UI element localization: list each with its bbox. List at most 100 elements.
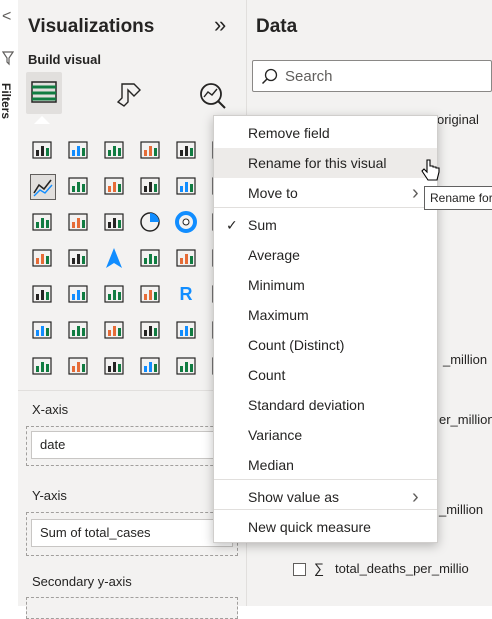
arcgis-icon[interactable]	[102, 354, 126, 378]
gauge-icon[interactable]	[138, 246, 162, 270]
x-axis-field-pill[interactable]: date	[31, 431, 233, 459]
line-stacked-column-icon[interactable]	[174, 174, 198, 198]
expand-pane-button[interactable]: »	[214, 12, 226, 38]
filters-strip: < Filters	[0, 0, 18, 606]
waterfall-icon[interactable]	[30, 210, 54, 234]
y-axis-label: Y-axis	[32, 488, 67, 503]
secondary-y-axis-label: Secondary y-axis	[32, 574, 132, 589]
table-icon[interactable]	[102, 282, 126, 306]
menu-item-sum[interactable]: Sum ✓	[214, 210, 437, 240]
menu-item-label: Rename for this visual	[248, 155, 387, 171]
menu-item-label: Variance	[248, 427, 303, 443]
field-item[interactable]: _million	[443, 352, 487, 367]
menu-item-maximum[interactable]: Maximum	[214, 300, 437, 330]
menu-item-label: New quick measure	[248, 519, 371, 535]
line-column-icon[interactable]	[138, 174, 162, 198]
pie-chart-icon[interactable]	[138, 210, 162, 234]
slicer-icon[interactable]	[66, 282, 90, 306]
qa-icon[interactable]	[102, 318, 126, 342]
map-icon[interactable]	[30, 246, 54, 270]
menu-divider	[214, 509, 437, 510]
visual-gallery: R	[18, 138, 246, 378]
menu-item-label: Median	[248, 457, 294, 473]
menu-item-label: Maximum	[248, 307, 309, 323]
x-axis-well[interactable]: date	[26, 426, 238, 466]
kpi-icon[interactable]	[30, 282, 54, 306]
field-context-menu: Remove field Rename for this visual Move t…	[213, 115, 438, 543]
field-item[interactable]: er_million	[439, 412, 492, 427]
field-item[interactable]: _million	[439, 502, 483, 517]
stacked-column-icon[interactable]	[138, 138, 162, 162]
card-icon[interactable]	[174, 246, 198, 270]
menu-item-standard-deviation[interactable]: Standard deviation	[214, 390, 437, 420]
secondary-y-axis-well[interactable]	[26, 597, 238, 619]
donut-chart-icon[interactable]	[174, 210, 198, 234]
search-icon	[261, 68, 278, 85]
menu-item-show-value-as[interactable]: Show value as ›	[214, 482, 437, 512]
menu-item-label: Sum	[248, 217, 277, 233]
menu-item-label: Remove field	[248, 125, 330, 141]
menu-item-average[interactable]: Average	[214, 240, 437, 270]
menu-item-median[interactable]: Median	[214, 450, 437, 480]
build-visual-tab[interactable]	[26, 72, 62, 114]
search-input[interactable]: Search	[252, 60, 492, 92]
analytics-icon[interactable]	[196, 80, 228, 110]
format-visual-icon[interactable]	[114, 80, 144, 110]
menu-divider	[214, 207, 437, 208]
menu-item-move-to[interactable]: Move to ›	[214, 178, 437, 208]
chevron-right-icon: ›	[412, 486, 419, 508]
menu-item-remove-field[interactable]: Remove field	[214, 118, 437, 148]
x-axis-field-name: date	[40, 437, 66, 452]
clustered-column-icon[interactable]	[174, 138, 198, 162]
scatter-icon[interactable]	[102, 210, 126, 234]
field-name: total_deaths_per_millio	[335, 561, 469, 576]
stacked-bar-icon[interactable]	[30, 138, 54, 162]
matrix-icon[interactable]	[138, 282, 162, 306]
menu-item-count[interactable]: Count	[214, 360, 437, 390]
sigma-icon: ∑	[314, 560, 324, 576]
line-chart-icon[interactable]	[30, 174, 56, 200]
stacked-bar-100-icon[interactable]	[102, 138, 126, 162]
chevron-icon[interactable]	[174, 354, 198, 378]
power-automate-icon[interactable]	[66, 354, 90, 378]
build-visual-icon	[31, 81, 57, 103]
field-row[interactable]: ∑ total_deaths_per_millio	[293, 560, 492, 580]
collapse-pane-button[interactable]: <	[2, 8, 11, 26]
menu-item-rename-for-this-visual[interactable]: Rename for this visual	[214, 148, 437, 178]
menu-item-label: Standard deviation	[248, 397, 365, 413]
wells-divider	[18, 390, 246, 391]
menu-item-variance[interactable]: Variance	[214, 420, 437, 450]
chevron-right-icon: ›	[412, 182, 419, 204]
funnel-icon[interactable]	[66, 210, 90, 234]
filters-tab-label[interactable]: Filters	[0, 83, 13, 123]
azure-map-icon[interactable]	[102, 246, 126, 270]
r-visual-label: R	[179, 284, 193, 304]
tooltip: Rename for this visual	[424, 186, 492, 210]
area-chart-icon[interactable]	[66, 174, 90, 198]
r-visual-icon[interactable]: R	[174, 282, 198, 306]
power-apps-icon[interactable]	[30, 354, 54, 378]
data-title: Data	[256, 16, 298, 37]
search-placeholder: Search	[285, 68, 333, 85]
decomposition-tree-icon[interactable]	[66, 318, 90, 342]
menu-item-count-distinct[interactable]: Count (Distinct)	[214, 330, 437, 360]
narrative-icon[interactable]	[138, 318, 162, 342]
key-influencers-icon[interactable]	[30, 318, 54, 342]
tab-pointer	[34, 116, 50, 124]
field-checkbox[interactable]	[293, 563, 306, 576]
visualizations-title: Visualizations	[28, 16, 155, 37]
menu-item-label: Average	[248, 247, 300, 263]
stacked-area-icon[interactable]	[102, 174, 126, 198]
menu-item-minimum[interactable]: Minimum	[214, 270, 437, 300]
table-name[interactable]: original	[437, 112, 479, 127]
y-axis-field-name: Sum of total_cases	[40, 525, 151, 540]
diamond-icon[interactable]	[138, 354, 162, 378]
y-axis-well[interactable]: Sum of total_cases	[26, 512, 238, 556]
goals-icon[interactable]	[174, 318, 198, 342]
menu-item-label: Count (Distinct)	[248, 337, 345, 353]
filled-map-icon[interactable]	[66, 246, 90, 270]
clustered-bar-icon[interactable]	[66, 138, 90, 162]
y-axis-field-pill[interactable]: Sum of total_cases	[31, 519, 233, 547]
hand-cursor-icon	[421, 159, 440, 181]
menu-item-new-quick-measure[interactable]: New quick measure	[214, 512, 437, 542]
